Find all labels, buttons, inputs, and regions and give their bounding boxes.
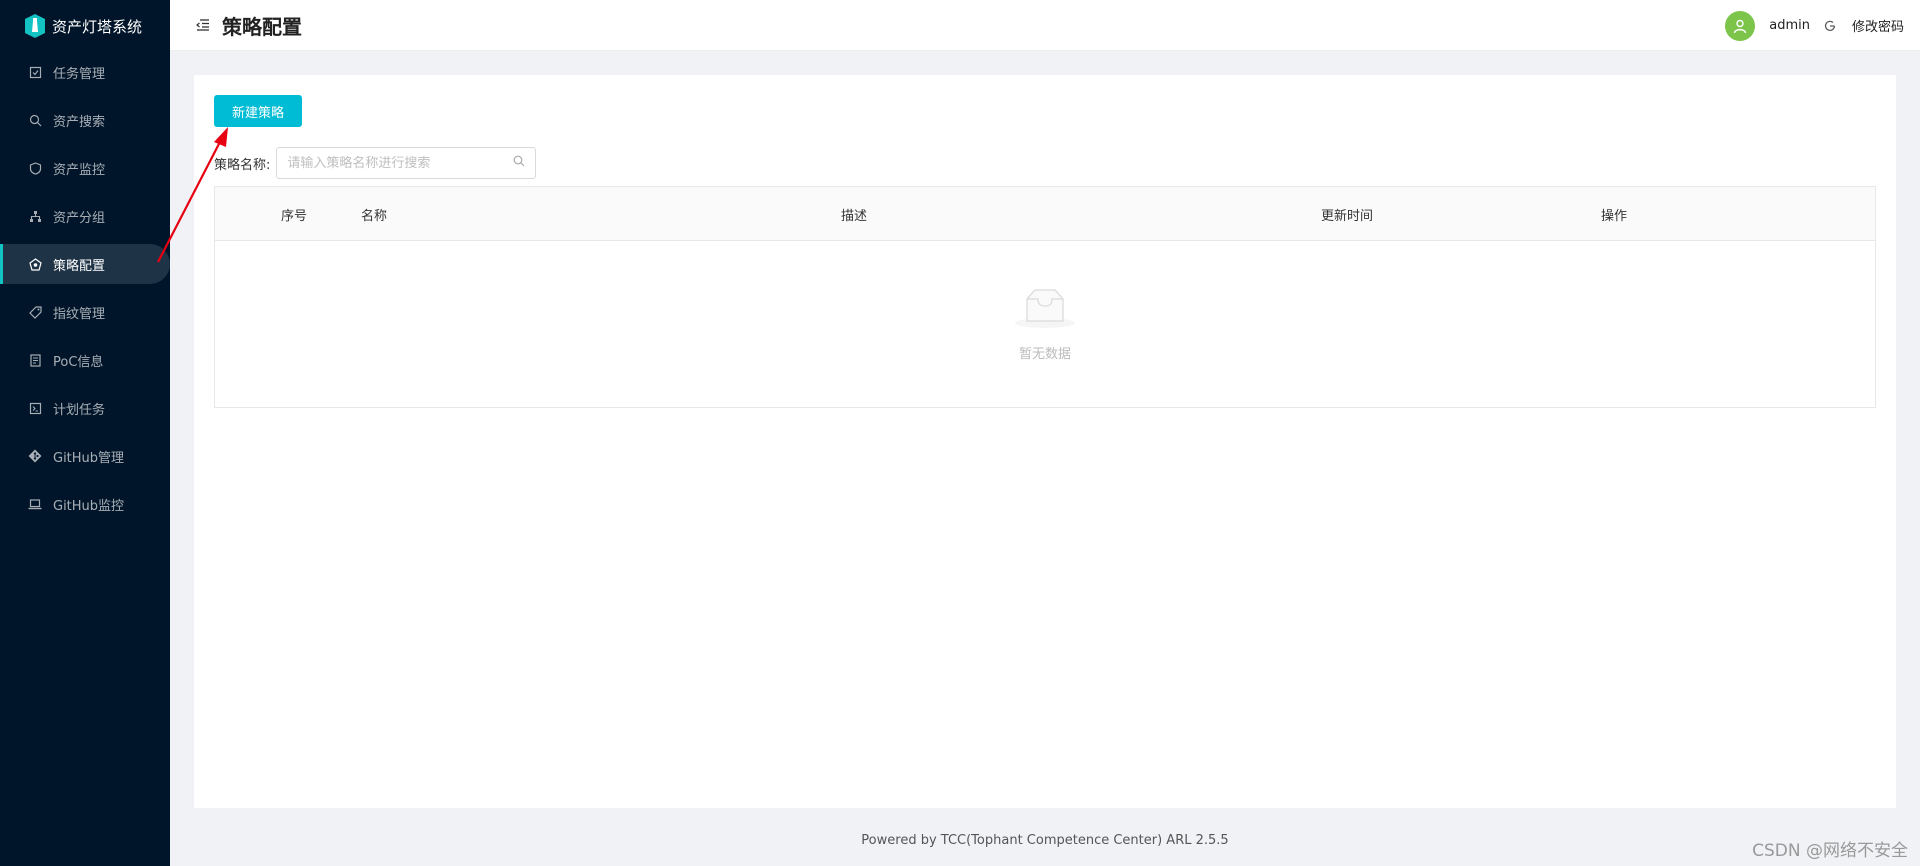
empty-inbox-icon (1013, 287, 1077, 333)
sidebar-menu: 任务管理 资产搜索 资产监控 资产分组 策略配置 指纹管理 PoC信息 计划任务… (0, 52, 170, 524)
sidebar-item-label: 资产分组 (53, 210, 106, 226)
strategy-filter: 策略名称: (214, 147, 537, 179)
menu-fold-icon[interactable] (196, 18, 210, 32)
column-header-index: 序号 (281, 208, 308, 224)
sidebar-item-poc[interactable]: PoC信息 (0, 340, 170, 380)
empty-text: 暂无数据 (1018, 347, 1071, 362)
username[interactable]: admin (1769, 18, 1810, 33)
strategy-name-label: 策略名称: (214, 157, 271, 173)
strategy-table: 序号 名称 描述 更新时间 操作 暂无数据 (214, 186, 1876, 408)
github-icon (28, 449, 42, 463)
file-icon (28, 353, 42, 367)
avatar[interactable] (1725, 10, 1756, 41)
search-icon[interactable] (513, 155, 525, 171)
code-icon (28, 401, 42, 415)
sidebar-item-label: GitHub管理 (53, 450, 125, 466)
sidebar-item-label: 任务管理 (53, 66, 106, 82)
sidebar-item-schedule[interactable]: 计划任务 (0, 388, 170, 428)
watermark: CSDN @网络不安全 (1752, 841, 1908, 861)
cluster-icon (28, 209, 42, 223)
laptop-icon (28, 497, 42, 511)
app-logo[interactable]: 资产灯塔系统 (0, 0, 170, 52)
sidebar-item-label: 计划任务 (53, 402, 106, 418)
logout-icon[interactable] (1824, 19, 1838, 33)
sidebar-item-asset-search[interactable]: 资产搜索 (0, 100, 170, 140)
sidebar-item-github-monitor[interactable]: GitHub监控 (0, 484, 170, 524)
column-header-description: 描述 (841, 208, 868, 224)
strategy-search-box[interactable] (276, 147, 537, 179)
table-header: 序号 名称 描述 更新时间 操作 (215, 187, 1875, 241)
user-area: admin 修改密码 (1725, 0, 1904, 51)
sidebar-item-github-manage[interactable]: GitHub管理 (0, 436, 170, 476)
shield-icon (28, 161, 42, 175)
sidebar-item-label: PoC信息 (53, 354, 104, 370)
column-header-updated-time: 更新时间 (1321, 208, 1374, 224)
column-header-name: 名称 (361, 208, 388, 224)
page-title: 策略配置 (222, 14, 302, 39)
app-title: 资产灯塔系统 (52, 17, 143, 36)
tag-icon (28, 305, 42, 319)
sidebar: 资产灯塔系统 任务管理 资产搜索 资产监控 资产分组 策略配置 指纹管理 PoC… (0, 0, 170, 866)
footer: Powered by TCC(Tophant Competence Center… (861, 833, 1229, 848)
sidebar-item-label: GitHub监控 (53, 498, 125, 514)
content-card: 新建策略 策略名称: 序号 名称 描述 更新时间 操作 暂 (194, 75, 1896, 808)
sidebar-item-asset-monitor[interactable]: 资产监控 (0, 148, 170, 188)
strategy-icon (28, 257, 42, 271)
change-password-link[interactable]: 修改密码 (1852, 16, 1904, 35)
column-header-actions: 操作 (1601, 208, 1628, 224)
top-header: 策略配置 admin 修改密码 (170, 0, 1920, 51)
sidebar-item-fingerprint[interactable]: 指纹管理 (0, 292, 170, 332)
sidebar-item-label: 资产监控 (53, 162, 106, 178)
sidebar-item-asset-group[interactable]: 资产分组 (0, 196, 170, 236)
sidebar-item-label: 策略配置 (53, 258, 106, 274)
task-check-icon (28, 65, 42, 79)
sidebar-item-strategy[interactable]: 策略配置 (0, 244, 170, 284)
new-strategy-button[interactable]: 新建策略 (214, 95, 302, 127)
sidebar-item-label: 指纹管理 (53, 306, 106, 322)
sidebar-item-label: 资产搜索 (53, 114, 106, 130)
strategy-search-input[interactable] (287, 155, 514, 171)
search-icon (28, 113, 42, 127)
empty-state: 暂无数据 (215, 287, 1875, 362)
lighthouse-logo-icon (24, 13, 46, 39)
sidebar-item-task[interactable]: 任务管理 (0, 52, 170, 92)
